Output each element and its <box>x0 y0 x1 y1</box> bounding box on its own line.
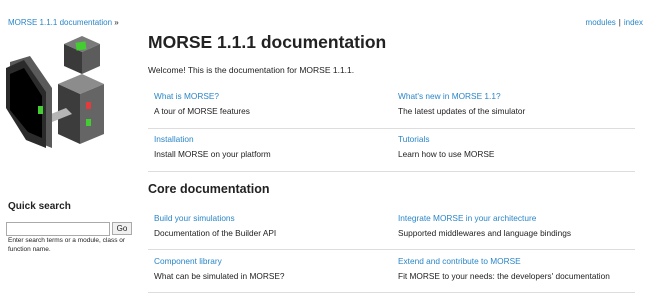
row-divider <box>148 292 635 293</box>
component-library-link[interactable]: Component library <box>154 256 384 266</box>
core-cell-component-library: Component library What can be simulated … <box>154 256 384 281</box>
quick-search-title: Quick search <box>8 201 71 212</box>
tutorials-link[interactable]: Tutorials <box>398 134 628 144</box>
build-simulations-desc: Documentation of the Builder API <box>154 228 277 238</box>
whats-new-link[interactable]: What's new in MORSE 1.1? <box>398 91 628 101</box>
extend-morse-desc: Fit MORSE to your needs: the developers'… <box>398 271 610 281</box>
index-link[interactable]: index <box>624 18 643 27</box>
main-content: MORSE 1.1.1 documentation Welcome! This … <box>148 30 643 300</box>
extend-morse-link[interactable]: Extend and contribute to MORSE <box>398 256 628 266</box>
tutorials-desc: Learn how to use MORSE <box>398 149 495 159</box>
breadcrumb: MORSE 1.1.1 documentation » <box>8 18 119 27</box>
go-button[interactable]: Go <box>112 222 132 235</box>
component-library-desc: What can be simulated in MORSE? <box>154 271 285 281</box>
what-is-morse-desc: A tour of MORSE features <box>154 106 250 116</box>
row-divider <box>148 171 635 172</box>
top-links: modules | index <box>586 18 643 27</box>
morse-robot-logo[interactable] <box>6 36 104 148</box>
intro-cell-what-is-morse: What is MORSE? A tour of MORSE features <box>154 91 384 116</box>
quick-search-form: Go <box>6 222 132 236</box>
core-cell-integrate: Integrate MORSE in your architecture Sup… <box>398 213 628 238</box>
core-cell-extend: Extend and contribute to MORSE Fit MORSE… <box>398 256 628 281</box>
core-documentation-heading: Core documentation <box>148 182 270 196</box>
intro-cell-whats-new: What's new in MORSE 1.1? The latest upda… <box>398 91 628 116</box>
build-simulations-link[interactable]: Build your simulations <box>154 213 384 223</box>
breadcrumb-home-link[interactable]: MORSE 1.1.1 documentation <box>8 18 112 27</box>
sidebar: Quick search Go Enter search terms or a … <box>0 36 140 300</box>
page-title: MORSE 1.1.1 documentation <box>148 32 387 52</box>
search-help-text: Enter search terms or a module, class or… <box>8 237 126 253</box>
welcome-text: Welcome! This is the documentation for M… <box>148 65 355 75</box>
modules-link[interactable]: modules <box>586 18 616 27</box>
whats-new-desc: The latest updates of the simulator <box>398 106 526 116</box>
integrate-morse-link[interactable]: Integrate MORSE in your architecture <box>398 213 628 223</box>
row-divider <box>148 128 635 129</box>
what-is-morse-link[interactable]: What is MORSE? <box>154 91 384 101</box>
integrate-morse-desc: Supported middlewares and language bindi… <box>398 228 571 238</box>
row-divider <box>148 249 635 250</box>
installation-desc: Install MORSE on your platform <box>154 149 271 159</box>
breadcrumb-separator: » <box>114 18 119 27</box>
installation-link[interactable]: Installation <box>154 134 384 144</box>
core-cell-build: Build your simulations Documentation of … <box>154 213 384 238</box>
intro-cell-tutorials: Tutorials Learn how to use MORSE <box>398 134 628 159</box>
search-input[interactable] <box>6 222 110 236</box>
intro-cell-installation: Installation Install MORSE on your platf… <box>154 134 384 159</box>
link-divider: | <box>618 18 621 27</box>
